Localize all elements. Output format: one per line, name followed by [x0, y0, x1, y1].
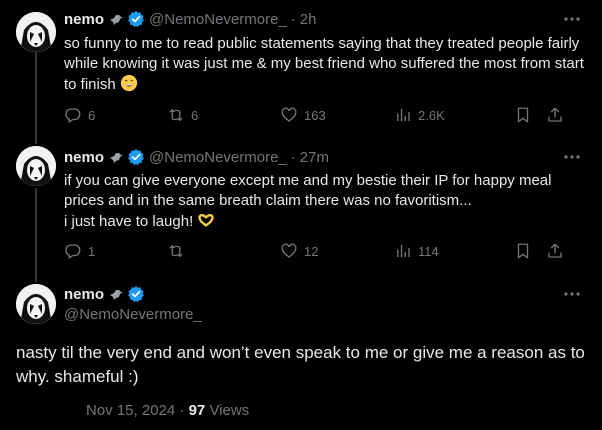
- tweet-2[interactable]: nemo @NemoNevermore_ · 27m if you can gi…: [0, 136, 602, 282]
- avatar[interactable]: [16, 284, 56, 324]
- share-icon: [548, 243, 562, 258]
- grinning-face-icon: [120, 74, 137, 92]
- timestamp[interactable]: 2h: [300, 11, 317, 28]
- repost-icon: [169, 245, 183, 257]
- avatar-image: [16, 284, 56, 324]
- heart-icon: [281, 243, 297, 258]
- like-button[interactable]: 12: [280, 242, 394, 260]
- separator-dot: ·: [179, 402, 185, 419]
- like-button[interactable]: 163: [280, 106, 394, 124]
- avatar[interactable]: [16, 12, 56, 52]
- tweet-text: so funny to me to read public statements…: [64, 34, 588, 95]
- main-name-row: nemo: [64, 284, 202, 304]
- separator-dot: ·: [290, 148, 296, 166]
- user-handle[interactable]: @NemoNevermore_: [149, 149, 287, 166]
- main-tweet-header: nemo @NemoNevermore_: [64, 284, 202, 324]
- avatar[interactable]: [16, 146, 56, 186]
- repost-button[interactable]: [167, 242, 280, 260]
- reply-button[interactable]: 6: [64, 106, 167, 124]
- post-date[interactable]: Nov 15, 2024: [86, 402, 175, 419]
- like-count: 163: [304, 107, 326, 123]
- action-bar: 6 6 163 2.6K: [64, 105, 586, 125]
- crow-icon: [110, 153, 124, 163]
- reply-button[interactable]: 1: [64, 242, 167, 260]
- reply-count: 6: [88, 107, 96, 123]
- tweet-meta: Nov 15, 2024 · 97 Views: [86, 402, 249, 419]
- more-options-icon[interactable]: [562, 147, 582, 167]
- repost-count: 6: [191, 107, 199, 123]
- repost-button[interactable]: 6: [167, 106, 280, 124]
- bookmark-icon: [517, 107, 529, 123]
- tweet-1[interactable]: nemo @NemoNevermore_ · 2h so funny to me…: [0, 0, 602, 144]
- crow-icon: [110, 15, 124, 25]
- display-name[interactable]: nemo: [64, 149, 104, 166]
- share-icon: [548, 107, 562, 122]
- avatar-image: [16, 146, 56, 186]
- like-count: 12: [304, 243, 319, 259]
- tweet-text-line-2-body: i just have to laugh!: [64, 213, 194, 230]
- tweet-text-line-1: if you can give everyone except me and m…: [64, 172, 552, 209]
- views-chart-icon: [397, 109, 410, 121]
- thread-line: [35, 188, 37, 282]
- view-count: 2.6K: [418, 107, 445, 123]
- views-label: Views: [209, 402, 250, 419]
- views-button[interactable]: 114: [394, 242, 514, 260]
- repost-icon: [169, 109, 183, 121]
- more-options-icon[interactable]: [562, 9, 582, 29]
- verified-badge-icon[interactable]: [127, 285, 145, 303]
- verified-badge-icon[interactable]: [127, 148, 145, 166]
- crow-icon: [110, 290, 124, 300]
- more-options-icon[interactable]: [562, 284, 582, 304]
- tweet-text-line-2: i just have to laugh!: [64, 211, 588, 232]
- views-button[interactable]: 2.6K: [394, 106, 514, 124]
- separator-dot: ·: [290, 10, 296, 28]
- user-handle[interactable]: @NemoNevermore_: [64, 306, 202, 323]
- display-name[interactable]: nemo: [64, 11, 104, 28]
- user-handle[interactable]: @NemoNevermore_: [149, 11, 287, 28]
- display-name[interactable]: nemo: [64, 286, 104, 303]
- heart-hands-icon: [198, 213, 215, 227]
- tweet-header: nemo @NemoNevermore_ · 27m: [64, 147, 329, 167]
- reply-icon: [65, 244, 81, 259]
- bookmark-icon: [517, 243, 529, 259]
- bookmark-button[interactable]: [514, 106, 546, 124]
- timestamp[interactable]: 27m: [300, 149, 329, 166]
- share-button[interactable]: [546, 242, 566, 260]
- tweet-text-body: so funny to me to read public statements…: [64, 35, 584, 93]
- share-button[interactable]: [546, 106, 566, 124]
- thread-line: [35, 52, 37, 144]
- tweet-text: if you can give everyone except me and m…: [64, 171, 588, 232]
- tweet-header: nemo @NemoNevermore_ · 2h: [64, 9, 316, 29]
- view-count: 97: [188, 402, 206, 419]
- verified-badge-icon[interactable]: [127, 10, 145, 28]
- avatar-image: [16, 12, 56, 52]
- reply-icon: [65, 108, 81, 123]
- action-bar: 1 12 114: [64, 241, 586, 261]
- bookmark-button[interactable]: [514, 242, 546, 260]
- view-count: 114: [418, 243, 439, 259]
- heart-icon: [281, 107, 297, 122]
- reply-count: 1: [88, 243, 96, 259]
- views-chart-icon: [397, 245, 410, 257]
- main-tweet-text: nasty til the very end and won’t even sp…: [16, 343, 585, 386]
